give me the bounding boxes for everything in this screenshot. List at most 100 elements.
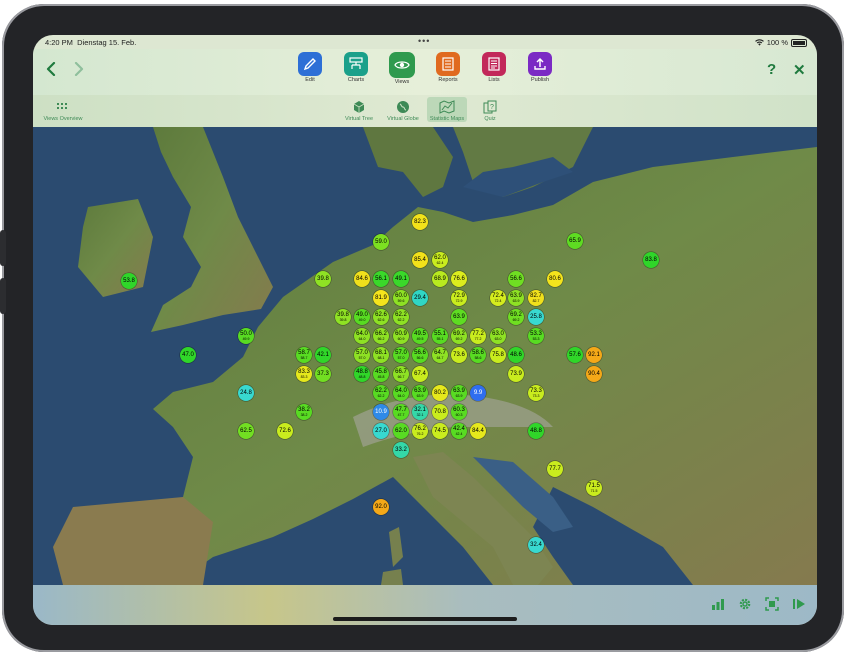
- map-marker[interactable]: 9.9: [470, 385, 486, 401]
- map-marker[interactable]: 67.4: [412, 366, 428, 382]
- map-marker[interactable]: 42.1: [315, 347, 331, 363]
- map-marker[interactable]: 47.7 47.7: [393, 404, 409, 420]
- map-marker[interactable]: 62.5: [238, 423, 254, 439]
- map-marker[interactable]: 10.9: [373, 404, 389, 420]
- tool-views[interactable]: Views: [384, 52, 420, 85]
- map-marker[interactable]: 32.1 32.1: [412, 404, 428, 420]
- map-marker[interactable]: 57.0 57.0: [393, 347, 409, 363]
- map-marker[interactable]: 49.0 49.0: [354, 309, 370, 325]
- sub-virtual-tree[interactable]: Virtual Tree: [339, 97, 379, 122]
- map-marker[interactable]: 63.9 63.9: [412, 385, 428, 401]
- close-button[interactable]: ✕: [793, 61, 806, 79]
- map-marker[interactable]: 58.6 58.6: [470, 347, 486, 363]
- map-marker[interactable]: 72.9 72.9: [451, 290, 467, 306]
- map-marker[interactable]: 73.3 73.3: [528, 385, 544, 401]
- map-marker[interactable]: 42.4 42.4: [451, 423, 467, 439]
- multitask-dots[interactable]: •••: [418, 36, 430, 46]
- map-marker[interactable]: 56.6: [508, 271, 524, 287]
- map-marker[interactable]: 76.2 76.2: [412, 423, 428, 439]
- map-marker[interactable]: 72.4 72.4: [490, 290, 506, 306]
- map-marker[interactable]: 80.2: [432, 385, 448, 401]
- map-marker[interactable]: 64.0 64.0: [393, 385, 409, 401]
- map-marker[interactable]: 75.8: [490, 347, 506, 363]
- map-marker[interactable]: 62.2 62.2: [393, 309, 409, 325]
- tool-charts[interactable]: Charts: [338, 52, 374, 83]
- map-marker[interactable]: 63.9: [451, 309, 467, 325]
- map-marker[interactable]: 66.2 66.2: [373, 328, 389, 344]
- map-marker[interactable]: 49.5 49.5: [412, 328, 428, 344]
- map-marker[interactable]: 64.7 64.7: [432, 347, 448, 363]
- map-marker[interactable]: 60.0 59.6: [393, 290, 409, 306]
- map-marker[interactable]: 56.1: [373, 271, 389, 287]
- map-marker[interactable]: 66.7 66.7: [393, 366, 409, 382]
- map-marker[interactable]: 47.0: [180, 347, 196, 363]
- forward-button[interactable]: [69, 59, 89, 79]
- map-marker[interactable]: 62.6 62.6: [373, 309, 389, 325]
- map-marker[interactable]: 57.0 57.0: [354, 347, 370, 363]
- map-marker[interactable]: 39.8: [315, 271, 331, 287]
- map-marker[interactable]: 57.6: [567, 347, 583, 363]
- map-marker[interactable]: 62.2 62.2: [373, 385, 389, 401]
- map-marker[interactable]: 29.4: [412, 290, 428, 306]
- tool-publish[interactable]: Publish: [522, 52, 558, 83]
- map-marker[interactable]: 58.7 58.7: [296, 347, 312, 363]
- map-marker[interactable]: 45.8 45.8: [373, 366, 389, 382]
- views-overview-button[interactable]: Views Overview: [37, 97, 89, 122]
- map-marker[interactable]: 92.1: [586, 347, 602, 363]
- map-marker[interactable]: 73.9: [508, 366, 524, 382]
- back-button[interactable]: [41, 59, 61, 79]
- map-marker[interactable]: 90.4: [586, 366, 602, 382]
- map-marker[interactable]: 53.8: [121, 273, 137, 289]
- map-marker[interactable]: 65.9: [567, 233, 583, 249]
- map-marker[interactable]: 84.6: [354, 271, 370, 287]
- map-marker[interactable]: 48.8 48.8: [354, 366, 370, 382]
- sub-virtual-globe[interactable]: Virtual Globe: [383, 97, 423, 122]
- map-marker[interactable]: 77.2 77.2: [470, 328, 486, 344]
- map-marker[interactable]: 37.3: [315, 366, 331, 382]
- map-marker[interactable]: 82.7 82.7: [528, 290, 544, 306]
- map-marker[interactable]: 63.0 63.0: [490, 328, 506, 344]
- fit-screen-icon[interactable]: [765, 597, 781, 613]
- map-marker[interactable]: 81.9: [373, 290, 389, 306]
- map-marker[interactable]: 82.3: [412, 214, 428, 230]
- map-marker[interactable]: 70.8: [432, 404, 448, 420]
- tool-edit[interactable]: Edit: [292, 52, 328, 83]
- map-marker[interactable]: 60.9 60.9: [393, 328, 409, 344]
- map-marker[interactable]: 69.2 69.2: [508, 309, 524, 325]
- gear-icon[interactable]: [738, 597, 754, 613]
- map-marker[interactable]: 72.6: [277, 423, 293, 439]
- map-marker[interactable]: 80.6: [547, 271, 563, 287]
- map-marker[interactable]: 69.2 69.2: [451, 328, 467, 344]
- play-icon[interactable]: [792, 597, 808, 613]
- map-marker[interactable]: 62.0 62.4: [432, 252, 448, 268]
- map-marker[interactable]: 71.5 71.5: [586, 480, 602, 496]
- map-marker[interactable]: 49.1: [393, 271, 409, 287]
- map-marker[interactable]: 27.0: [373, 423, 389, 439]
- map-marker[interactable]: 25.8: [528, 309, 544, 325]
- help-button[interactable]: ?: [767, 61, 776, 78]
- map-marker[interactable]: 92.0: [373, 499, 389, 515]
- map-marker[interactable]: 38.2 38.2: [296, 404, 312, 420]
- map-marker[interactable]: 83.3 83.3: [296, 366, 312, 382]
- map-marker[interactable]: 68.1 68.1: [373, 347, 389, 363]
- map-marker[interactable]: 63.9 63.9: [451, 385, 467, 401]
- map-marker[interactable]: 59.0: [373, 234, 389, 250]
- satellite-map[interactable]: 82.3 59.0 65.9 83.8 53.8 85.4 62.0 62.4 84.6 56.1…: [33, 127, 817, 585]
- map-marker[interactable]: 85.4: [412, 252, 428, 268]
- map-marker[interactable]: 73.6: [451, 347, 467, 363]
- map-marker[interactable]: 55.1 55.1: [432, 328, 448, 344]
- map-marker[interactable]: 83.8: [643, 252, 659, 268]
- map-marker[interactable]: 56.6 56.6: [412, 347, 428, 363]
- map-marker[interactable]: 32.4: [528, 537, 544, 553]
- bar-chart-icon[interactable]: [711, 597, 727, 613]
- map-marker[interactable]: 74.5: [432, 423, 448, 439]
- map-marker[interactable]: 64.0 64.0: [354, 328, 370, 344]
- map-marker[interactable]: 48.8: [528, 423, 544, 439]
- tool-reports[interactable]: Reports: [430, 52, 466, 83]
- map-marker[interactable]: 63.9 63.9: [508, 290, 524, 306]
- sub-statistic-maps[interactable]: Statistic Maps: [427, 97, 467, 122]
- map-marker[interactable]: 39.8 39.8: [335, 309, 351, 325]
- map-marker[interactable]: 48.6: [508, 347, 524, 363]
- map-marker[interactable]: 60.3 60.3: [451, 404, 467, 420]
- map-marker[interactable]: 53.3 53.3: [528, 328, 544, 344]
